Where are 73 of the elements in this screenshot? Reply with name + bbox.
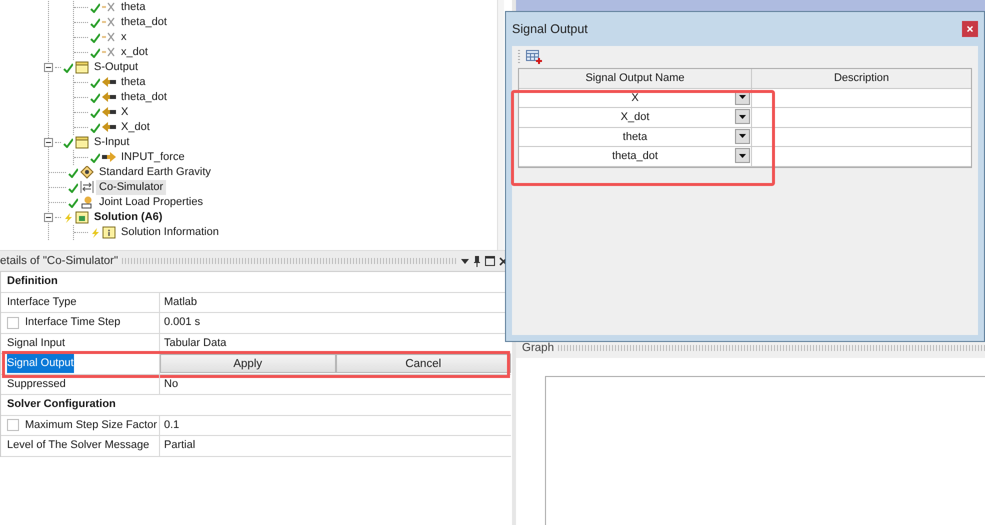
joint-load-icon xyxy=(80,196,94,209)
property-label[interactable]: Maximum Step Size Factor xyxy=(25,416,158,435)
exchange-arrows-icon xyxy=(80,181,94,194)
maximize-icon[interactable] xyxy=(485,256,495,266)
property-value[interactable]: No xyxy=(159,374,511,394)
property-label[interactable]: Signal Input xyxy=(7,334,66,353)
tree-item[interactable]: Co-Simulator xyxy=(96,180,166,195)
dropdown-button[interactable] xyxy=(735,148,750,163)
pin-icon[interactable] xyxy=(473,256,481,266)
tree-item[interactable]: S-Input xyxy=(91,135,132,150)
signal-name[interactable]: X_dot xyxy=(620,111,650,123)
property-value[interactable]: 0.1 xyxy=(159,416,511,435)
dialog-title: Signal Output xyxy=(512,22,588,36)
solution-folder-icon xyxy=(75,211,89,224)
right-arrow-icon xyxy=(102,151,116,164)
variable-icon xyxy=(102,46,116,59)
section-header[interactable]: Solver Configuration xyxy=(1,395,511,414)
variable-icon xyxy=(102,31,116,44)
variable-icon xyxy=(102,1,116,14)
collapse-icon[interactable] xyxy=(44,213,53,222)
column-header[interactable]: Description xyxy=(752,69,971,88)
column-header[interactable]: Signal Output Name xyxy=(519,69,752,88)
panel-title: etails of "Co-Simulator" xyxy=(0,255,118,267)
close-icon[interactable] xyxy=(499,256,508,266)
left-arrow-icon xyxy=(102,121,116,134)
property-label[interactable]: Level of The Solver Message xyxy=(7,436,150,456)
signal-name[interactable]: theta xyxy=(622,130,648,142)
dialog-button[interactable]: Cancel xyxy=(336,354,511,373)
collapse-icon[interactable] xyxy=(44,138,53,147)
folder-icon xyxy=(75,61,89,74)
checkbox[interactable] xyxy=(7,419,19,432)
tree-item[interactable]: S-Output xyxy=(91,60,142,75)
dropdown-button[interactable] xyxy=(735,109,750,124)
tree-item[interactable]: theta_dot xyxy=(118,90,170,105)
property-label[interactable]: Interface Type xyxy=(7,292,77,312)
caret-icon xyxy=(739,114,746,118)
tree-item[interactable]: Standard Earth Gravity xyxy=(96,165,214,180)
scrollbar[interactable] xyxy=(497,0,504,250)
property-label[interactable]: Interface Time Step xyxy=(25,313,120,332)
panel-title: Graph xyxy=(522,342,554,354)
left-arrow-icon xyxy=(102,76,116,89)
close-icon[interactable] xyxy=(962,21,978,37)
tree-item[interactable]: x_dot xyxy=(118,45,151,60)
tree-item[interactable]: Solution Information xyxy=(118,225,222,240)
property-label[interactable]: Signal Output xyxy=(7,354,74,374)
dropdown-button[interactable] xyxy=(735,128,750,144)
tree-item[interactable]: theta_dot xyxy=(118,15,170,30)
diamond-icon xyxy=(80,166,94,179)
tree-item[interactable]: Joint Load Properties xyxy=(96,195,206,210)
signal-name[interactable]: theta_dot xyxy=(612,150,658,162)
caret-icon xyxy=(739,95,746,99)
left-arrow-icon xyxy=(102,91,116,104)
tree-item[interactable]: X xyxy=(118,105,132,120)
left-arrow-icon xyxy=(102,106,116,119)
property-label[interactable]: Suppressed xyxy=(7,374,66,394)
property-value[interactable]: Partial xyxy=(159,436,511,456)
collapse-icon[interactable] xyxy=(44,63,53,72)
checkbox[interactable] xyxy=(7,316,19,329)
info-folder-icon xyxy=(102,226,116,239)
tree-item[interactable]: X_dot xyxy=(118,120,153,135)
caret-icon xyxy=(739,134,746,138)
tree-item[interactable]: theta xyxy=(118,0,148,15)
tree-item[interactable]: INPUT_force xyxy=(118,150,188,165)
variable-icon xyxy=(102,16,116,29)
tree-item[interactable]: theta xyxy=(118,75,148,90)
folder-icon xyxy=(75,136,89,149)
caret-icon xyxy=(739,154,746,158)
tree-item[interactable]: Solution (A6) xyxy=(91,210,166,225)
tree-item[interactable]: x xyxy=(118,30,130,45)
dropdown-icon[interactable] xyxy=(461,257,469,265)
signal-name[interactable]: X xyxy=(631,92,639,104)
add-table-icon[interactable] xyxy=(526,50,542,64)
dialog-button[interactable]: Apply xyxy=(160,354,336,373)
